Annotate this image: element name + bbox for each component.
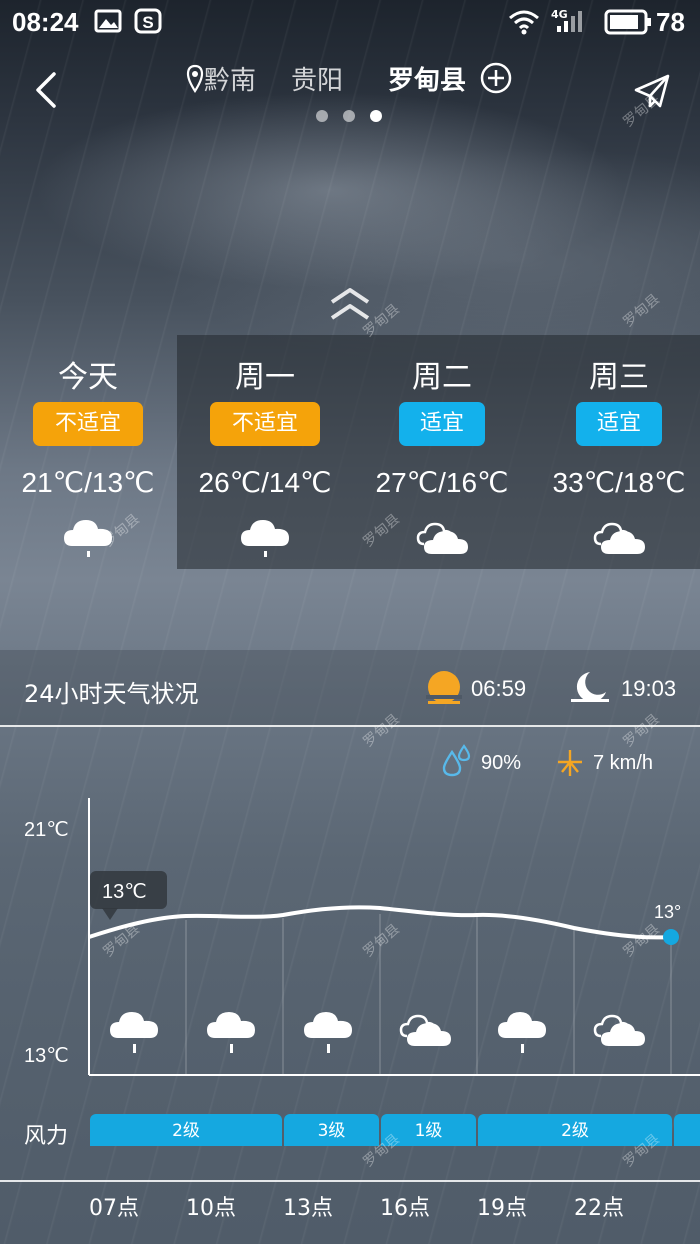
expand-up-icon[interactable] xyxy=(328,286,372,322)
image-icon xyxy=(94,9,122,33)
status-bar: 08:24 S 4G 78 xyxy=(0,0,700,44)
end-temp-label: 13° xyxy=(654,902,682,922)
forecast-day: 周二 xyxy=(412,360,472,395)
rain-cloud-icon xyxy=(304,1012,352,1053)
battery-icon xyxy=(604,9,651,35)
current-point-marker xyxy=(663,929,679,945)
hour-label: 13点 xyxy=(283,1196,333,1221)
humidity-value: 90% xyxy=(481,752,522,774)
add-city-icon[interactable] xyxy=(480,62,512,94)
hour-label: 16点 xyxy=(380,1196,430,1221)
wifi-icon xyxy=(509,10,539,35)
hour-label: 19点 xyxy=(477,1196,527,1221)
tooltip-pointer xyxy=(102,908,118,920)
wind-icon xyxy=(558,750,582,776)
page-indicator-dot xyxy=(343,110,355,122)
location-pin-icon xyxy=(186,64,204,94)
page-indicator-dot-active xyxy=(370,110,382,122)
hourly-title: 24小时天气状况 xyxy=(24,680,199,708)
suitability-badge: 适宜 xyxy=(576,402,662,446)
rain-cloud-icon xyxy=(241,520,289,557)
status-time: 08:24 xyxy=(12,7,79,37)
forecast-day: 周三 xyxy=(589,360,649,395)
sunrise-icon xyxy=(426,671,462,704)
suitability-badge: 适宜 xyxy=(399,402,485,446)
wind-level-label: 风力 xyxy=(24,1124,69,1149)
forecast-temp: 27℃/16℃ xyxy=(375,467,509,498)
page-indicator-dot xyxy=(316,110,328,122)
4g-signal-icon xyxy=(557,11,582,32)
forecast-temp: 21℃/13℃ xyxy=(21,467,155,498)
forecast-day: 今天 xyxy=(58,360,118,395)
forecast-day: 周一 xyxy=(235,360,295,395)
sogou-icon: S xyxy=(134,8,162,34)
sunset-time: 19:03 xyxy=(621,676,677,701)
city-tab-qiannan[interactable]: 黔南 xyxy=(204,60,256,97)
battery-level: 78 xyxy=(656,7,685,37)
city-tab-guiyang[interactable]: 贵阳 xyxy=(291,60,343,97)
forecast-temp: 33℃/18℃ xyxy=(552,467,686,498)
svg-text:S: S xyxy=(142,13,153,32)
hour-label: 07点 xyxy=(89,1196,139,1221)
wind-level-segment: 2级 xyxy=(90,1114,282,1146)
cloudy-icon xyxy=(593,522,645,554)
tooltip-text: 13℃ xyxy=(102,881,147,903)
wind-level-segment: 3级 xyxy=(284,1114,379,1146)
cloudy-icon xyxy=(593,1014,645,1046)
rain-cloud-icon xyxy=(498,1012,546,1053)
back-icon[interactable] xyxy=(30,70,62,110)
hour-label: 10点 xyxy=(186,1196,236,1221)
suitability-badge: 不适宜 xyxy=(210,402,320,446)
wind-level-segment-partial xyxy=(674,1114,700,1146)
moon-icon xyxy=(571,672,609,702)
cloudy-icon xyxy=(416,522,468,554)
bottom-divider xyxy=(0,1180,700,1182)
wind-speed-value: 7 km/h xyxy=(593,752,654,774)
hour-label: 22点 xyxy=(574,1196,624,1221)
humidity-icon xyxy=(442,744,471,777)
cloudy-icon xyxy=(399,1014,451,1046)
city-tab-luodian[interactable]: 罗甸县 xyxy=(388,60,466,97)
sunrise-time: 06:59 xyxy=(471,676,527,701)
suitability-badge: 不适宜 xyxy=(33,402,143,446)
rain-cloud-icon xyxy=(207,1012,255,1053)
forecast-temp: 26℃/14℃ xyxy=(198,467,332,498)
rain-cloud-icon xyxy=(110,1012,158,1053)
